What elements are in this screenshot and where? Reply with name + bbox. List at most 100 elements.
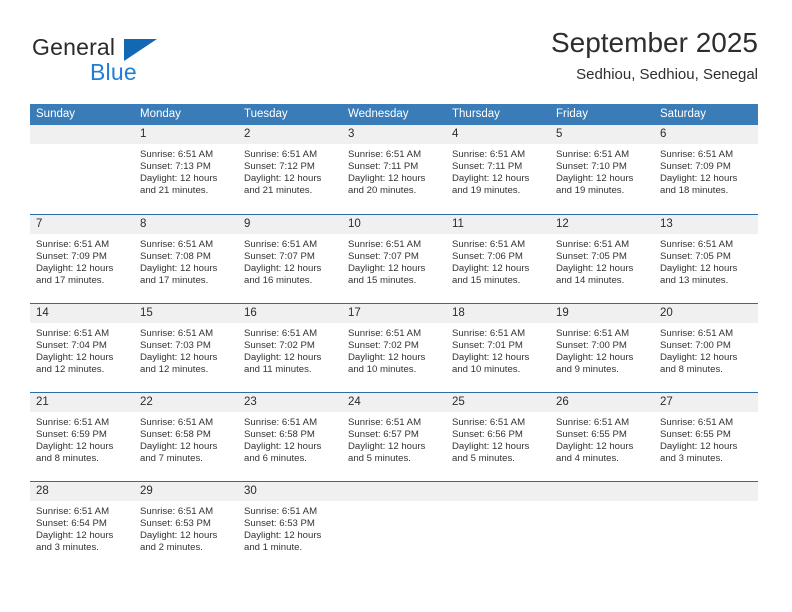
day-detail-line: Sunset: 7:03 PM: [140, 340, 211, 352]
calendar-day-cell[interactable]: 19 Sunrise: 6:51 AM Sunset: 7:00 PM Dayligh…: [550, 304, 654, 392]
day-number: 1: [140, 128, 147, 140]
day-number: 4: [452, 128, 459, 140]
day-detail-line: and 1 minute.: [244, 542, 303, 554]
calendar-day-cell[interactable]: 2 Sunrise: 6:51 AM Sunset: 7:12 PM Daylight…: [238, 125, 342, 214]
day-detail-line: and 10 minutes.: [348, 364, 417, 376]
day-detail-line: and 5 minutes.: [348, 453, 411, 465]
calendar-day-cell[interactable]: 24 Sunrise: 6:51 AM Sunset: 6:57 PM Dayligh…: [342, 393, 446, 481]
calendar-day-cell[interactable]: 12 Sunrise: 6:51 AM Sunset: 7:05 PM Dayligh…: [550, 215, 654, 303]
weekday-header-friday: Friday: [556, 108, 588, 120]
day-detail-line: Sunset: 7:07 PM: [244, 251, 315, 263]
day-number-band: 19: [550, 304, 654, 323]
day-number-band: 7: [30, 215, 134, 234]
day-details: Sunrise: 6:51 AM Sunset: 7:05 PM Daylight:…: [654, 234, 758, 287]
location-subtitle: Sedhiou, Sedhiou, Senegal: [576, 66, 758, 83]
day-details: Sunrise: 6:51 AM Sunset: 6:55 PM Daylight:…: [550, 412, 654, 465]
day-detail-line: Sunset: 7:06 PM: [452, 251, 523, 263]
day-detail-line: Daylight: 12 hours: [660, 352, 738, 364]
day-number-band: 3: [342, 125, 446, 144]
day-detail-line: Sunrise: 6:51 AM: [452, 239, 526, 250]
day-detail-line: Sunset: 7:00 PM: [660, 340, 731, 352]
calendar-day-cell[interactable]: 23 Sunrise: 6:51 AM Sunset: 6:58 PM Dayligh…: [238, 393, 342, 481]
day-details: Sunrise: 6:51 AM Sunset: 6:55 PM Daylight:…: [654, 412, 758, 465]
calendar-weeks: 1 Sunrise: 6:51 AM Sunset: 7:13 PM Daylight…: [30, 125, 758, 570]
day-detail-line: and 3 minutes.: [660, 453, 723, 465]
calendar-day-cell[interactable]: 16 Sunrise: 6:51 AM Sunset: 7:02 PM Dayligh…: [238, 304, 342, 392]
weekday-header-row: Sunday Monday Tuesday Wednesday Thursday Frid…: [30, 104, 758, 125]
day-details: Sunrise: 6:51 AM Sunset: 7:11 PM Daylight:…: [446, 144, 550, 197]
calendar-day-cell[interactable]: 6 Sunrise: 6:51 AM Sunset: 7:09 PM Daylight…: [654, 125, 758, 214]
day-number: 23: [244, 396, 257, 408]
calendar-day-cell[interactable]: 1 Sunrise: 6:51 AM Sunset: 7:13 PM Daylight…: [134, 125, 238, 214]
day-detail-line: Daylight: 12 hours: [348, 173, 426, 185]
day-detail-line: Sunrise: 6:51 AM: [36, 328, 110, 339]
calendar-day-cell[interactable]: 27 Sunrise: 6:51 AM Sunset: 6:55 PM Dayligh…: [654, 393, 758, 481]
day-detail-line: Daylight: 12 hours: [348, 352, 426, 364]
day-number-band: [654, 482, 758, 501]
calendar-day-cell[interactable]: 3 Sunrise: 6:51 AM Sunset: 7:11 PM Daylight…: [342, 125, 446, 214]
day-detail-line: Sunrise: 6:51 AM: [660, 149, 734, 160]
day-detail-line: Sunrise: 6:51 AM: [556, 417, 630, 428]
day-detail-line: and 21 minutes.: [244, 185, 313, 197]
day-detail-line: Sunrise: 6:51 AM: [660, 328, 734, 339]
day-detail-line: and 19 minutes.: [452, 185, 521, 197]
calendar-day-cell[interactable]: 28 Sunrise: 6:51 AM Sunset: 6:54 PM Dayligh…: [30, 482, 134, 570]
day-detail-line: Sunrise: 6:51 AM: [556, 328, 630, 339]
calendar-day-cell[interactable]: 5 Sunrise: 6:51 AM Sunset: 7:10 PM Daylight…: [550, 125, 654, 214]
calendar-day-cell[interactable]: 17 Sunrise: 6:51 AM Sunset: 7:02 PM Dayligh…: [342, 304, 446, 392]
calendar-day-cell[interactable]: 13 Sunrise: 6:51 AM Sunset: 7:05 PM Dayligh…: [654, 215, 758, 303]
day-details: Sunrise: 6:51 AM Sunset: 7:09 PM Daylight:…: [654, 144, 758, 197]
day-detail-line: and 18 minutes.: [660, 185, 729, 197]
day-detail-line: and 19 minutes.: [556, 185, 625, 197]
day-detail-line: Daylight: 12 hours: [556, 352, 634, 364]
calendar-day-cell-empty: [654, 482, 758, 570]
day-detail-line: Sunset: 6:55 PM: [556, 429, 627, 441]
day-number-band: [30, 125, 134, 144]
calendar-day-cell[interactable]: 7 Sunrise: 6:51 AM Sunset: 7:09 PM Daylight…: [30, 215, 134, 303]
day-detail-line: Daylight: 12 hours: [140, 263, 218, 275]
generalblue-logo[interactable]: General Blue: [30, 26, 210, 86]
calendar-day-cell[interactable]: 26 Sunrise: 6:51 AM Sunset: 6:55 PM Dayligh…: [550, 393, 654, 481]
calendar-day-cell[interactable]: 21 Sunrise: 6:51 AM Sunset: 6:59 PM Dayligh…: [30, 393, 134, 481]
day-detail-line: Daylight: 12 hours: [36, 352, 114, 364]
day-detail-line: and 12 minutes.: [140, 364, 209, 376]
calendar-day-cell[interactable]: 8 Sunrise: 6:51 AM Sunset: 7:08 PM Daylight…: [134, 215, 238, 303]
calendar-day-cell[interactable]: 10 Sunrise: 6:51 AM Sunset: 7:07 PM Dayligh…: [342, 215, 446, 303]
weekday-header-tuesday: Tuesday: [244, 108, 288, 120]
day-number: 7: [36, 218, 43, 230]
day-details: Sunrise: 6:51 AM Sunset: 7:02 PM Daylight:…: [238, 323, 342, 376]
calendar-day-cell[interactable]: 11 Sunrise: 6:51 AM Sunset: 7:06 PM Dayligh…: [446, 215, 550, 303]
day-detail-line: and 5 minutes.: [452, 453, 515, 465]
day-number: 22: [140, 396, 153, 408]
calendar-day-cell[interactable]: 20 Sunrise: 6:51 AM Sunset: 7:00 PM Dayligh…: [654, 304, 758, 392]
day-details: Sunrise: 6:51 AM Sunset: 7:05 PM Daylight:…: [550, 234, 654, 287]
day-number-band: 22: [134, 393, 238, 412]
calendar-day-cell[interactable]: 22 Sunrise: 6:51 AM Sunset: 6:58 PM Dayligh…: [134, 393, 238, 481]
day-details: [654, 501, 758, 506]
day-number: 15: [140, 307, 153, 319]
day-number: 3: [348, 128, 355, 140]
day-detail-line: Daylight: 12 hours: [36, 441, 114, 453]
day-number-band: [342, 482, 446, 501]
day-details: Sunrise: 6:51 AM Sunset: 7:09 PM Daylight:…: [30, 234, 134, 287]
calendar-day-cell[interactable]: 14 Sunrise: 6:51 AM Sunset: 7:04 PM Dayligh…: [30, 304, 134, 392]
day-number: 26: [556, 396, 569, 408]
day-detail-line: Sunset: 7:08 PM: [140, 251, 211, 263]
day-detail-line: Sunset: 6:54 PM: [36, 518, 107, 530]
day-detail-line: and 12 minutes.: [36, 364, 105, 376]
calendar-day-cell[interactable]: 29 Sunrise: 6:51 AM Sunset: 6:53 PM Dayligh…: [134, 482, 238, 570]
calendar-day-cell[interactable]: 18 Sunrise: 6:51 AM Sunset: 7:01 PM Dayligh…: [446, 304, 550, 392]
day-detail-line: Daylight: 12 hours: [36, 263, 114, 275]
calendar-day-cell[interactable]: 30 Sunrise: 6:51 AM Sunset: 6:53 PM Dayligh…: [238, 482, 342, 570]
day-details: Sunrise: 6:51 AM Sunset: 7:06 PM Daylight:…: [446, 234, 550, 287]
calendar-day-cell[interactable]: 4 Sunrise: 6:51 AM Sunset: 7:11 PM Daylight…: [446, 125, 550, 214]
calendar-day-cell[interactable]: 15 Sunrise: 6:51 AM Sunset: 7:03 PM Dayligh…: [134, 304, 238, 392]
day-number: 20: [660, 307, 673, 319]
day-detail-line: Sunrise: 6:51 AM: [140, 417, 214, 428]
calendar-day-cell[interactable]: 9 Sunrise: 6:51 AM Sunset: 7:07 PM Daylight…: [238, 215, 342, 303]
day-number-band: 2: [238, 125, 342, 144]
calendar-day-cell[interactable]: 25 Sunrise: 6:51 AM Sunset: 6:56 PM Dayligh…: [446, 393, 550, 481]
day-number: 30: [244, 485, 257, 497]
day-details: Sunrise: 6:51 AM Sunset: 6:57 PM Daylight:…: [342, 412, 446, 465]
day-detail-line: Sunrise: 6:51 AM: [140, 149, 214, 160]
